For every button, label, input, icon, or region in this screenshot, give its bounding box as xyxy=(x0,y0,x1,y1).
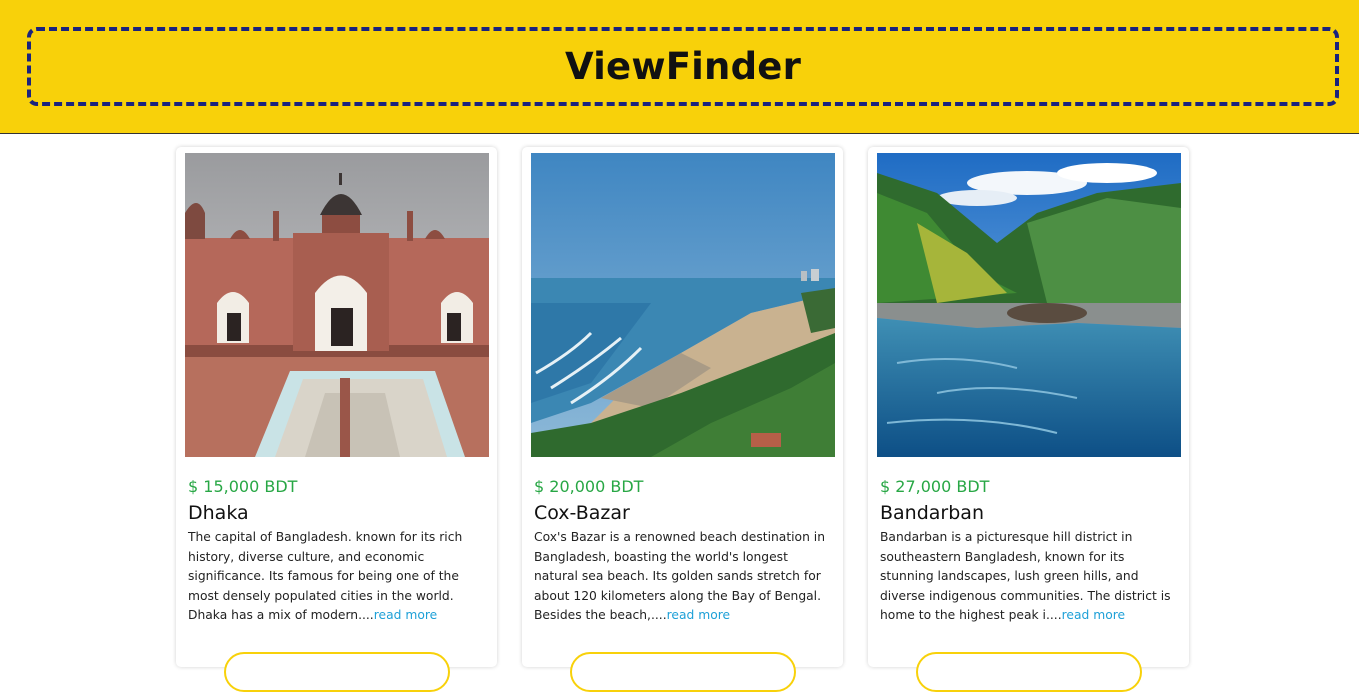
header-frame: ViewFinder xyxy=(27,27,1339,106)
destination-card-dhaka: $ 15,000 BDT Dhaka The capital of Bangla… xyxy=(176,147,497,692)
cox-bazar-image xyxy=(531,153,835,457)
card-action-button[interactable] xyxy=(916,652,1142,692)
read-more-link[interactable]: read more xyxy=(374,608,437,622)
price-label: $ 20,000 BDT xyxy=(534,477,644,496)
dhaka-image xyxy=(185,153,489,457)
destination-name: Bandarban xyxy=(880,502,984,524)
card-action-button[interactable] xyxy=(224,652,450,692)
destination-card-bandarban: $ 27,000 BDT Bandarban Bandarban is a pi… xyxy=(868,147,1189,692)
destination-name: Dhaka xyxy=(188,502,249,524)
destination-description: The capital of Bangladesh. known for its… xyxy=(188,528,488,626)
destination-name: Cox-Bazar xyxy=(534,502,630,524)
destination-description: Bandarban is a picturesque hill district… xyxy=(880,528,1180,626)
price-label: $ 27,000 BDT xyxy=(880,477,990,496)
destination-cards: $ 15,000 BDT Dhaka The capital of Bangla… xyxy=(176,147,1190,692)
read-more-link[interactable]: read more xyxy=(667,608,730,622)
site-header: ViewFinder xyxy=(0,0,1359,134)
read-more-link[interactable]: read more xyxy=(1062,608,1125,622)
description-text: Bandarban is a picturesque hill district… xyxy=(880,530,1171,622)
destination-card-cox-bazar: $ 20,000 BDT Cox-Bazar Cox's Bazar is a … xyxy=(522,147,843,692)
bandarban-image xyxy=(877,153,1181,457)
destination-description: Cox's Bazar is a renowned beach destinat… xyxy=(534,528,834,626)
card-action-button[interactable] xyxy=(570,652,796,692)
site-title: ViewFinder xyxy=(564,45,802,88)
price-label: $ 15,000 BDT xyxy=(188,477,298,496)
